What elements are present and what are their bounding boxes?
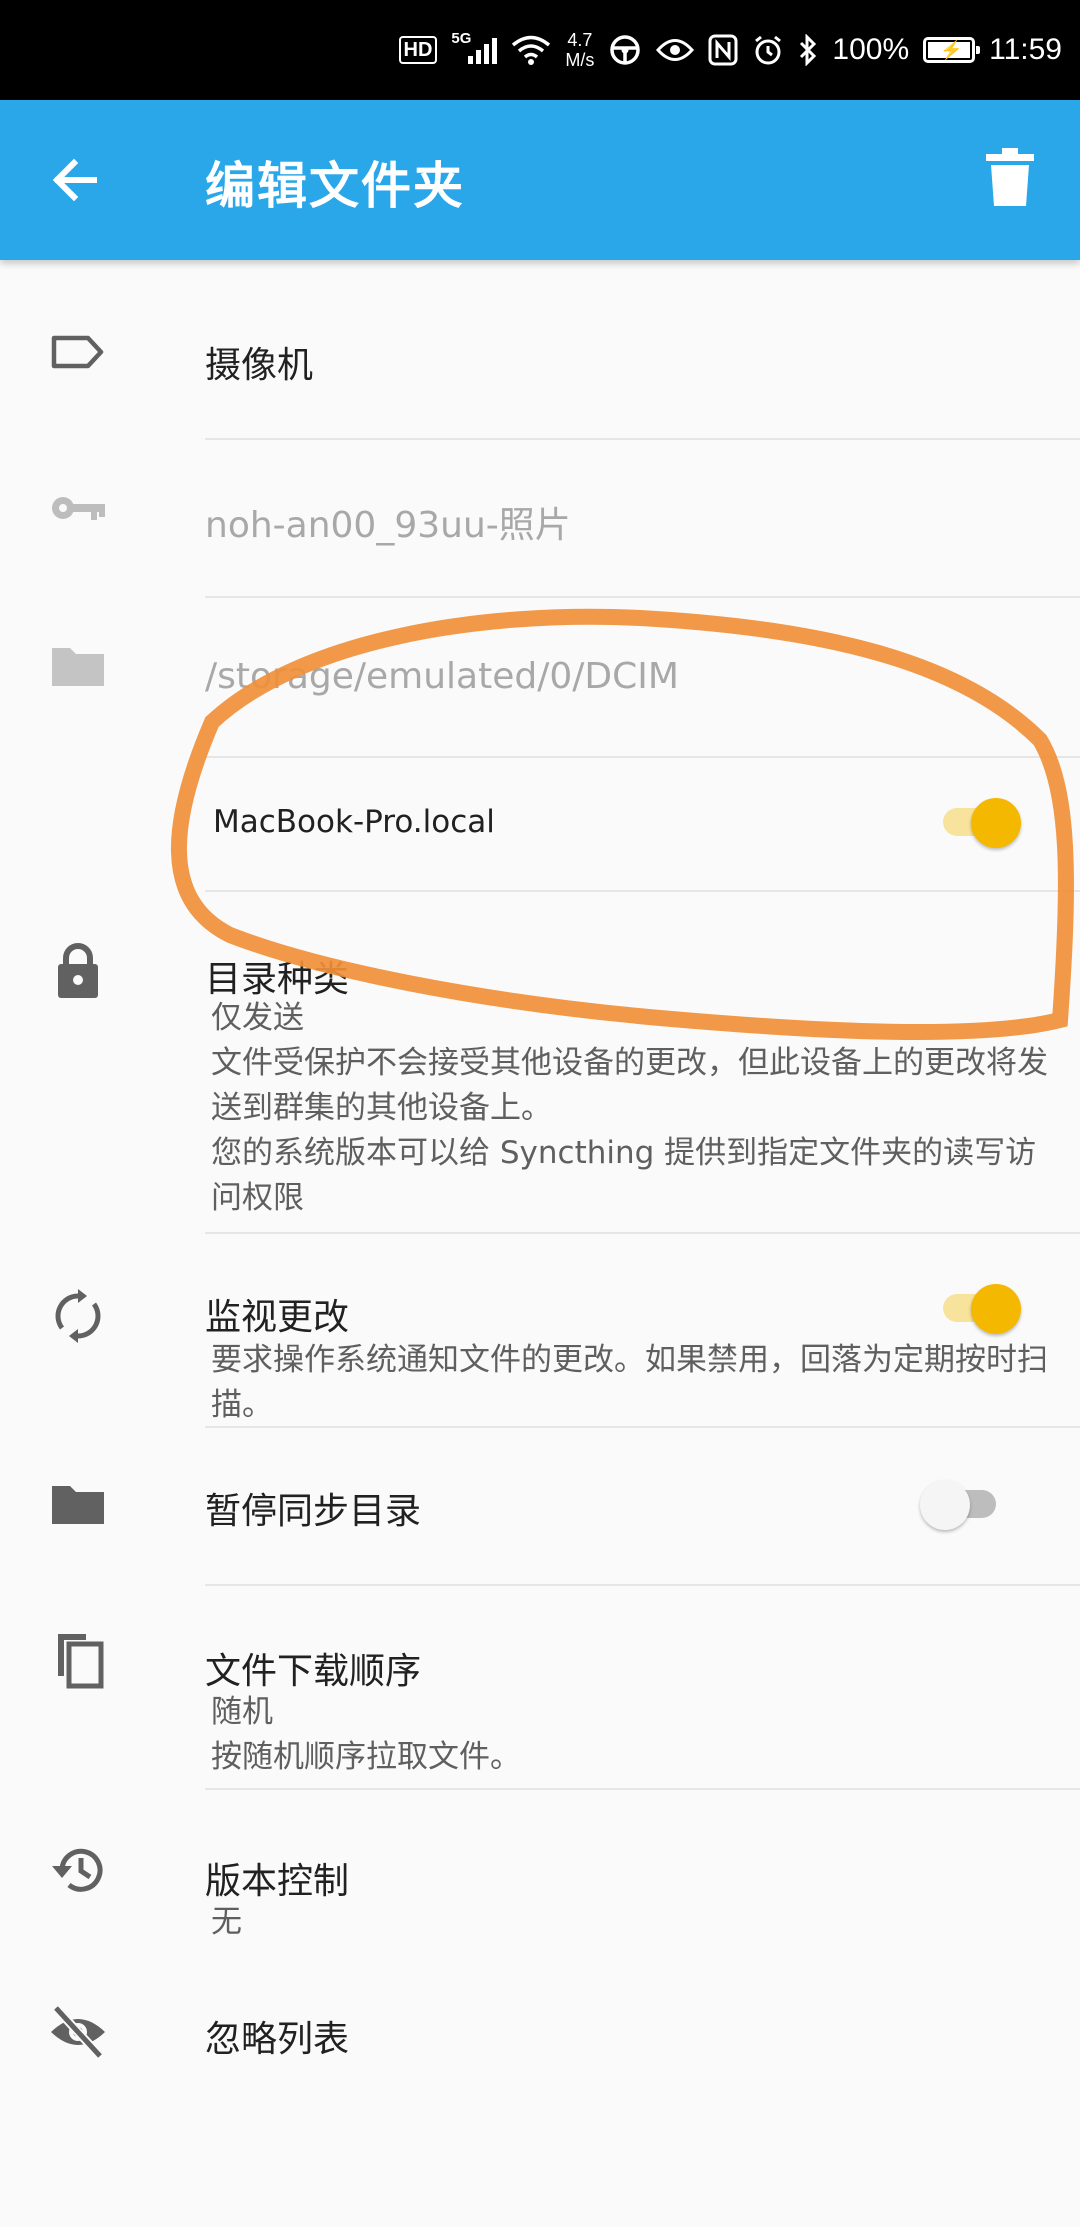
folder-id-row: noh-an00_93uu-照片 bbox=[0, 440, 1080, 596]
network-speed: 4.7 M/s bbox=[565, 30, 594, 70]
alarm-icon bbox=[752, 34, 784, 66]
folder-type-title: 目录种类 bbox=[205, 959, 350, 1000]
watch-changes-row[interactable]: 监视更改 要求操作系统通知文件的更改。如果禁用，回落为定期按时扫描。 bbox=[0, 1234, 1080, 1426]
eye-icon bbox=[656, 37, 695, 63]
folder-label-row[interactable]: 摄像机 bbox=[0, 300, 1080, 440]
status-bar: HD 5G 4.7 M/s 100% ⚡ 11:59 bbox=[0, 0, 1080, 100]
device-name: MacBook-Pro.local bbox=[213, 804, 495, 840]
watch-changes-desc: 要求操作系统通知文件的更改。如果禁用，回落为定期按时扫描。 bbox=[211, 1342, 1048, 1423]
nfc-icon bbox=[708, 34, 738, 66]
folder-type-value: 仅发送 bbox=[211, 1000, 304, 1036]
pull-order-title: 文件下载顺序 bbox=[205, 1651, 422, 1692]
signal-icon: 5G bbox=[451, 30, 498, 70]
folder-type-note: 您的系统版本可以给 Syncthing 提供到指定文件夹的读写访问权限 bbox=[211, 1135, 1037, 1216]
copy-icon bbox=[58, 1634, 104, 1689]
pull-order-desc: 按随机顺序拉取文件。 bbox=[211, 1739, 521, 1775]
pull-order-value: 随机 bbox=[211, 1694, 273, 1730]
label-icon bbox=[51, 335, 104, 369]
speed-unit: M/s bbox=[565, 50, 595, 70]
versioning-row[interactable]: 版本控制 无 bbox=[0, 1790, 1080, 1970]
battery-percent: 100% bbox=[832, 33, 910, 66]
history-icon bbox=[52, 1848, 103, 1892]
sync-icon bbox=[55, 1289, 101, 1343]
versioning-title: 版本控制 bbox=[205, 1861, 350, 1902]
app-bar: 编辑文件夹 bbox=[0, 100, 1080, 260]
folder-icon bbox=[52, 648, 104, 686]
folder-type-row[interactable]: 目录种类 仅发送 文件受保护不会接受其他设备的更改，但此设备上的更改将发送到群集… bbox=[0, 892, 1080, 1232]
pause-sync-toggle[interactable] bbox=[920, 1478, 1004, 1530]
lock-icon bbox=[58, 943, 98, 998]
folder-path-row: /storage/emulated/0/DCIM bbox=[0, 598, 1080, 756]
delete-button[interactable] bbox=[984, 148, 1036, 208]
folder-id: noh-an00_93uu-照片 bbox=[205, 505, 571, 546]
ignore-list-row[interactable]: 忽略列表 bbox=[0, 1970, 1080, 2150]
clock: 11:59 bbox=[989, 33, 1062, 66]
trash-icon bbox=[986, 148, 1034, 206]
ignore-list-title: 忽略列表 bbox=[205, 2019, 350, 2060]
watch-changes-toggle[interactable] bbox=[935, 1282, 1021, 1334]
versioning-value: 无 bbox=[211, 1904, 242, 1940]
pause-sync-row[interactable]: 暂停同步目录 bbox=[0, 1428, 1080, 1584]
speed-value: 4.7 bbox=[567, 30, 593, 50]
folder-type-details: 仅发送 文件受保护不会接受其他设备的更改，但此设备上的更改将发送到群集的其他设备… bbox=[211, 996, 1064, 1221]
arrow-left-icon bbox=[52, 158, 97, 202]
folder-type-desc: 文件受保护不会接受其他设备的更改，但此设备上的更改将发送到群集的其他设备上。 bbox=[211, 1045, 1048, 1126]
device-share-row[interactable]: MacBook-Pro.local bbox=[0, 758, 1080, 890]
watch-changes-title: 监视更改 bbox=[205, 1297, 350, 1338]
steering-wheel-icon bbox=[608, 33, 642, 67]
folder-path: /storage/emulated/0/DCIM bbox=[205, 656, 679, 697]
pull-order-details: 随机 按随机顺序拉取文件。 bbox=[211, 1690, 1060, 1780]
key-icon bbox=[52, 497, 105, 520]
bluetooth-icon bbox=[798, 34, 818, 66]
folder-icon bbox=[52, 1486, 104, 1524]
wifi-icon bbox=[511, 34, 551, 66]
pull-order-row[interactable]: 文件下载顺序 随机 按随机顺序拉取文件。 bbox=[0, 1586, 1080, 1788]
page-title: 编辑文件夹 bbox=[205, 157, 465, 215]
folder-label: 摄像机 bbox=[205, 345, 314, 386]
status-icons: HD 5G 4.7 M/s 100% ⚡ 11:59 bbox=[398, 18, 1062, 82]
eye-off-icon bbox=[51, 2004, 105, 2060]
battery-icon: ⚡ bbox=[923, 37, 981, 63]
device-share-toggle[interactable] bbox=[935, 796, 1021, 848]
back-button[interactable] bbox=[46, 150, 106, 210]
hd-badge: HD bbox=[398, 36, 438, 64]
